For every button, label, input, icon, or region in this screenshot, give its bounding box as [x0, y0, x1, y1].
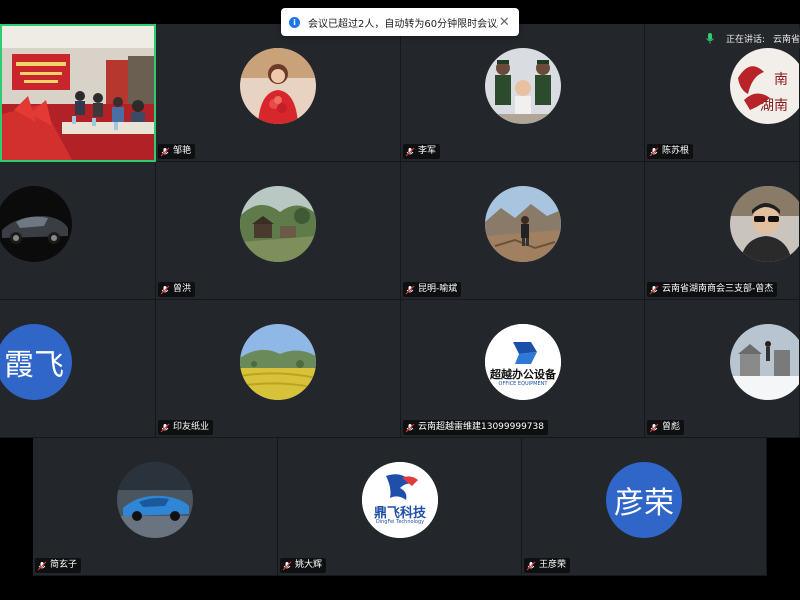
participant-name-tag: 姚大辉: [280, 558, 327, 573]
meeting-stage: 邹艳 李军 南湖南 陈苏根 曾洪 昆明-喻斌 云南省湖南商会三支部-曾杰 霞飞 …: [0, 0, 800, 600]
participant-name-tag: 印友纸业: [158, 420, 214, 435]
participant-tile-7[interactable]: 昆明-喻斌: [401, 162, 645, 300]
avatar: [240, 186, 316, 262]
participant-name: 简玄子: [50, 560, 78, 570]
participant-tile-5[interactable]: [0, 162, 156, 300]
time-limit-toast: i 会议已超过2人，自动转为60分钟限时会议。 ✕: [281, 8, 519, 36]
mic-muted-icon: [160, 285, 170, 295]
svg-text:湖南: 湖南: [760, 98, 788, 114]
mic-muted-icon: [160, 147, 170, 157]
participant-tile-15[interactable]: 彦荣 王彦荣: [522, 438, 767, 576]
participant-tile-10[interactable]: 印友纸业: [156, 300, 401, 438]
mic-active-icon: [704, 32, 716, 44]
avatar: 超越办公设备 OFFICE EQUIPMENT: [485, 324, 561, 400]
avatar: [0, 186, 72, 262]
participant-name: 昆明-喻斌: [418, 284, 458, 294]
conference-room-video: [2, 26, 154, 160]
avatar: 鼎飞科技 DingFei Technology: [362, 462, 438, 538]
participant-name-tag: 李军: [403, 144, 441, 159]
close-icon[interactable]: ✕: [498, 15, 511, 30]
mic-muted-icon: [405, 423, 415, 433]
participant-name-tag: 昆明-喻斌: [403, 282, 462, 297]
mic-muted-icon: [526, 561, 536, 571]
participant-name-tag: 陈苏根: [647, 144, 694, 159]
participant-name: 邹艳: [173, 146, 192, 156]
participant-name-tag: 王彦荣: [524, 558, 571, 573]
participant-name-tag: 云南省湖南商会三支部-曾杰: [647, 282, 778, 297]
participant-tile-3[interactable]: 李军: [401, 24, 645, 162]
mic-muted-icon: [649, 285, 659, 295]
info-icon: i: [289, 16, 300, 28]
logo-subtext: OFFICE EQUIPMENT: [498, 381, 548, 387]
participant-name: 印友纸业: [173, 422, 210, 432]
participant-name: 云南省湖南商会三支部-曾杰: [662, 284, 774, 294]
participant-name-tag: 曾洪: [158, 282, 196, 297]
avatar: [730, 324, 799, 400]
avatar: [730, 186, 799, 262]
svg-text:南: 南: [774, 72, 788, 88]
mic-muted-icon: [649, 147, 659, 157]
participant-name: 王彦荣: [539, 560, 567, 570]
participant-name: 李军: [418, 146, 437, 156]
mic-muted-icon: [405, 285, 415, 295]
participant-tile-13[interactable]: 简玄子: [33, 438, 278, 576]
avatar: [240, 48, 316, 124]
participant-name-tag: 邹艳: [158, 144, 196, 159]
mic-muted-icon: [405, 147, 415, 157]
avatar-initials: 彦荣: [606, 462, 682, 538]
participant-name-tag: 简玄子: [35, 558, 82, 573]
participant-name-tag: 曾彪: [647, 420, 685, 435]
avatar: [485, 186, 561, 262]
mic-muted-icon: [160, 423, 170, 433]
participant-tile-11[interactable]: 超越办公设备 OFFICE EQUIPMENT 云南超越雷维建130999997…: [401, 300, 645, 438]
mic-muted-icon: [37, 561, 47, 571]
participant-tile-1[interactable]: [0, 24, 156, 162]
speaking-indicator: 正在讲话: 云南省: [697, 28, 800, 48]
avatar: [485, 48, 561, 124]
participant-tile-14[interactable]: 鼎飞科技 DingFei Technology 姚大辉: [278, 438, 522, 576]
avatar-initials: 霞飞: [0, 324, 72, 400]
mic-muted-icon: [282, 561, 292, 571]
participant-tile-6[interactable]: 曾洪: [156, 162, 401, 300]
speaking-name: 云南省: [772, 34, 800, 45]
mic-muted-icon: [649, 423, 659, 433]
toast-message: 会议已超过2人，自动转为60分钟限时会议。: [308, 18, 498, 30]
participant-name: 曾彪: [662, 422, 681, 432]
participant-tile-2[interactable]: 邹艳: [156, 24, 401, 162]
participant-name: 云南超越雷维建13099999738: [418, 422, 544, 432]
participant-name: 姚大辉: [295, 560, 323, 570]
participant-tile-9[interactable]: 霞飞: [0, 300, 156, 438]
logo-subtext: DingFei Technology: [375, 519, 425, 525]
avatar: 南湖南: [730, 48, 799, 124]
participant-tile-12[interactable]: 曾彪: [645, 300, 800, 438]
participant-name-tag: 云南超越雷维建13099999738: [403, 420, 548, 435]
participant-name: 曾洪: [173, 284, 192, 294]
avatar: [240, 324, 316, 400]
speaking-label: 正在讲话:: [725, 34, 765, 45]
logo-text: 超越办公设备: [490, 368, 556, 381]
avatar: [117, 462, 193, 538]
participant-tile-8[interactable]: 云南省湖南商会三支部-曾杰: [645, 162, 800, 300]
participant-name: 陈苏根: [662, 146, 690, 156]
